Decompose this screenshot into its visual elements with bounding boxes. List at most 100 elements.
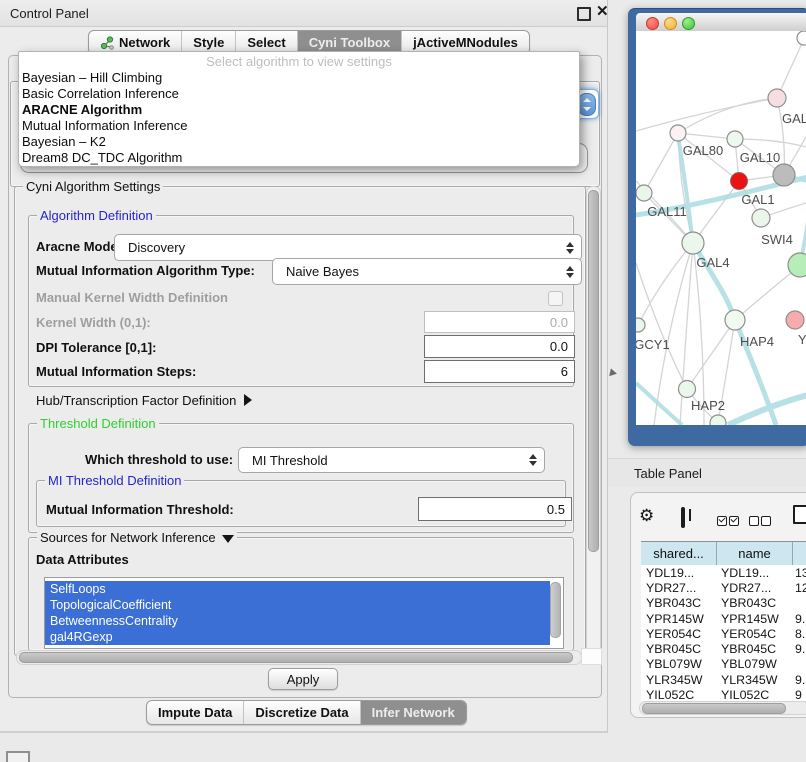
dropdown-item[interactable]: Bayesian – Hill Climbing	[19, 70, 579, 86]
algorithm-dropdown-popup: Select algorithm to view settings Bayesi…	[18, 51, 580, 167]
node-gcy1[interactable]	[636, 318, 645, 332]
close-traffic-light[interactable]	[646, 17, 659, 30]
column-header-shared-name[interactable]: shared...	[641, 542, 717, 565]
node-gal11[interactable]	[636, 185, 652, 201]
split-columns-icon[interactable]	[681, 507, 685, 528]
dock-icon[interactable]	[6, 751, 30, 762]
clear-selection-icon[interactable]	[749, 513, 771, 531]
scrollbar-thumb[interactable]	[19, 652, 573, 663]
network-canvas[interactable]: GAL GAL80 GAL10 GAL1 GAL11 SWI4 GAL4 GCY…	[636, 31, 806, 425]
field-value: 6	[561, 364, 568, 379]
hub-definition-toggle[interactable]: Hub/Transcription Factor Definition	[36, 393, 252, 408]
mi-threshold-definition-title: MI Threshold Definition	[45, 473, 184, 488]
kernel-width-label: Kernel Width (0,1):	[36, 315, 151, 330]
list-scrollbar-thumb[interactable]	[550, 582, 561, 638]
node-gal4[interactable]	[682, 232, 704, 254]
threshold-definition-title: Threshold Definition	[37, 416, 159, 431]
table-row[interactable]: YBL079WYBL079W	[641, 657, 806, 672]
table-row[interactable]: YBR045CYBR045C9.	[641, 641, 806, 656]
node-label: GAL10	[740, 150, 780, 165]
list-item[interactable]: TopologicalCoefficient	[45, 597, 550, 613]
which-threshold-combobox[interactable]: MI Threshold	[238, 447, 545, 473]
node[interactable]	[710, 415, 726, 425]
node-gal1[interactable]	[731, 173, 748, 190]
table-row[interactable]: YPR145WYPR145W9.	[641, 611, 806, 626]
table-row[interactable]: YIL052CYIL052C9	[641, 687, 806, 701]
node-hap2[interactable]	[679, 381, 696, 398]
stepper-arrows-icon	[583, 98, 591, 111]
list-item[interactable]: gal4RGexp	[45, 629, 550, 645]
node[interactable]	[768, 89, 786, 107]
node-gal10[interactable]	[727, 131, 743, 147]
float-window-icon[interactable]	[577, 7, 591, 21]
node-labels: GAL GAL80 GAL10 GAL1 GAL11 SWI4 GAL4 GCY…	[636, 111, 806, 413]
list-item[interactable]: BetweennessCentrality	[45, 613, 550, 629]
node-hap4[interactable]	[725, 310, 745, 330]
table-row[interactable]: YLR345WYLR345W9.	[641, 672, 806, 687]
sources-title[interactable]: Sources for Network Inference	[37, 530, 237, 545]
dpi-tolerance-field[interactable]: 0.0	[424, 335, 575, 358]
manual-kernel-width-label: Manual Kernel Width Definition	[36, 290, 228, 305]
combo-stepper[interactable]	[578, 93, 596, 116]
dropdown-item[interactable]: Mutual Information Inference	[19, 118, 579, 134]
screen: Control Panel ✕ Network Style Select Cyn…	[0, 0, 806, 762]
node[interactable]	[797, 31, 806, 45]
node-label: SWI4	[761, 232, 793, 247]
tab-discretize-data[interactable]: Discretize Data	[243, 701, 359, 724]
data-attributes-list[interactable]: SelfLoops TopologicalCoefficient Between…	[44, 577, 564, 649]
dropdown-item[interactable]: Basic Correlation Inference	[19, 86, 579, 102]
kernel-width-field[interactable]: 0.0	[424, 311, 575, 333]
node[interactable]	[786, 311, 804, 329]
settings-vertical-scrollbar[interactable]	[586, 186, 601, 656]
apply-button[interactable]: Apply	[268, 668, 338, 690]
page-icon[interactable]	[793, 505, 806, 524]
scrollbar-thumb[interactable]	[642, 703, 786, 714]
network-icon	[100, 36, 114, 50]
settings-horizontal-scrollbar[interactable]	[16, 650, 582, 665]
combo-value: Discovery	[128, 240, 185, 255]
column-header-clipped[interactable]	[793, 542, 806, 565]
tab-impute-data[interactable]: Impute Data	[147, 701, 243, 724]
network-window-titlebar[interactable]	[636, 13, 806, 33]
dropdown-item[interactable]: Dream8 DC_TDC Algorithm	[19, 150, 579, 166]
table-row[interactable]: YER054CYER054C8.	[641, 626, 806, 641]
stepper-arrows-icon	[566, 241, 574, 255]
manual-kernel-width-checkbox[interactable]	[548, 291, 563, 306]
mi-algorithm-type-combobox[interactable]: Naive Bayes	[272, 258, 582, 285]
table-row[interactable]: YDL19...YDL19...13	[641, 565, 806, 580]
table-panel: ⚙ shared... name YDL19...YDL19...13 YDR2…	[630, 492, 806, 718]
node-label: GAL1	[741, 192, 774, 207]
tab-infer-network[interactable]: Infer Network	[360, 701, 466, 724]
control-panel-title: Control Panel	[10, 6, 89, 21]
settings-group-title: Cyni Algorithm Settings	[23, 179, 163, 194]
node-label: GAL4	[696, 255, 729, 270]
minimize-traffic-light[interactable]	[664, 17, 677, 30]
node[interactable]	[773, 164, 795, 186]
scrollbar-thumb[interactable]	[588, 190, 599, 552]
aracne-mode-combobox[interactable]: Discovery	[114, 234, 582, 261]
data-attributes-label: Data Attributes	[36, 552, 129, 567]
network-nodes[interactable]	[636, 31, 806, 425]
node[interactable]	[788, 253, 806, 277]
stepper-arrows-icon	[529, 453, 537, 467]
mi-steps-field[interactable]: 6	[424, 360, 575, 383]
collapse-down-icon	[222, 535, 234, 543]
node-swi4[interactable]	[752, 209, 770, 227]
node-label: GCY1	[636, 337, 670, 352]
node-label: GAL11	[647, 204, 687, 219]
cursor-artifact	[609, 368, 618, 377]
select-all-icon[interactable]	[717, 513, 739, 531]
table-row[interactable]: YBR043CYBR043C	[641, 596, 806, 611]
gear-icon[interactable]: ⚙	[639, 507, 654, 524]
mi-threshold-field[interactable]: 0.5	[418, 497, 572, 521]
dropdown-item-selected[interactable]: ARACNE Algorithm	[19, 102, 579, 118]
zoom-traffic-light[interactable]	[682, 17, 695, 30]
table-row[interactable]: YDR27...YDR27...12	[641, 580, 806, 595]
list-item[interactable]: SelfLoops	[45, 581, 550, 597]
column-header-name[interactable]: name	[717, 542, 793, 565]
close-icon[interactable]: ✕	[596, 3, 609, 21]
node-gal80[interactable]	[670, 125, 686, 141]
dropdown-item[interactable]: Bayesian – K2	[19, 134, 579, 150]
table-horizontal-scrollbar[interactable]	[639, 701, 806, 715]
dpi-tolerance-label: DPI Tolerance [0,1]:	[36, 340, 156, 355]
